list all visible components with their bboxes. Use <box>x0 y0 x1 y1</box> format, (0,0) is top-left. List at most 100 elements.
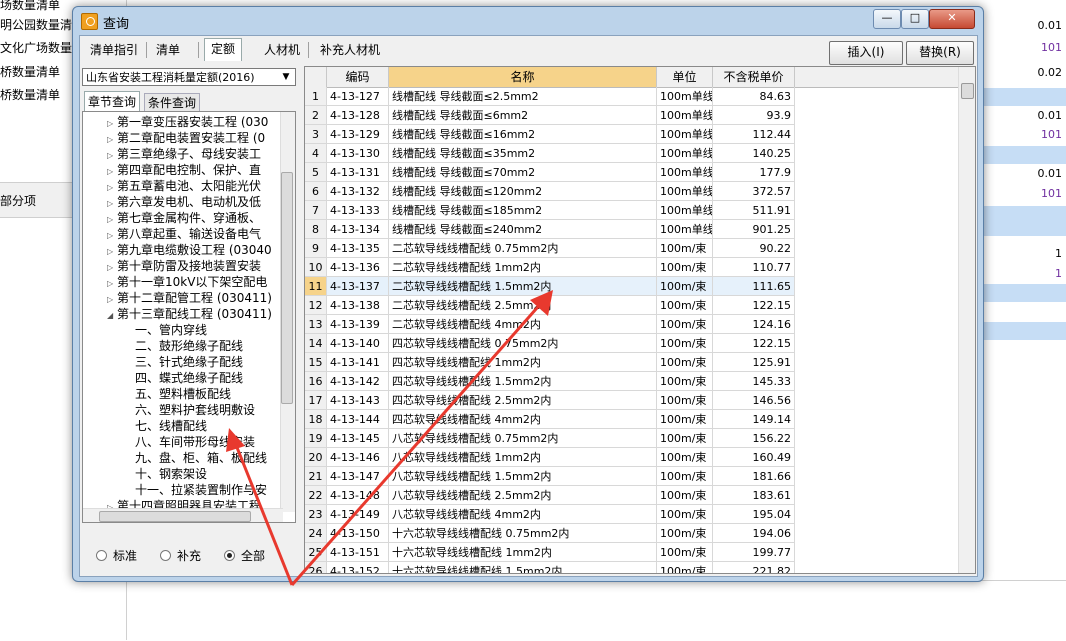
unit-cell[interactable]: 100m单线 <box>657 125 713 144</box>
name-cell[interactable]: 线槽配线 导线截面≤16mm2 <box>389 125 657 144</box>
table-row[interactable]: 18 4-13-144 四芯软导线线槽配线 4mm2内 100m/束 149.14 <box>305 410 795 429</box>
code-cell[interactable]: 4-13-130 <box>327 144 389 163</box>
grid-vertical-scrollbar[interactable] <box>958 67 975 573</box>
price-cell[interactable]: 112.44 <box>713 125 795 144</box>
row-number[interactable]: 8 <box>305 220 327 239</box>
price-cell[interactable]: 145.33 <box>713 372 795 391</box>
table-row[interactable]: 11 4-13-137 二芯软导线线槽配线 1.5mm2内 100m/束 111.65 <box>305 277 795 296</box>
name-cell[interactable]: 八芯软导线线槽配线 0.75mm2内 <box>389 429 657 448</box>
table-row[interactable]: 21 4-13-147 八芯软导线线槽配线 1.5mm2内 100m/束 181.66 <box>305 467 795 486</box>
table-row[interactable]: 10 4-13-136 二芯软导线线槽配线 1mm2内 100m/束 110.77 <box>305 258 795 277</box>
expand-icon[interactable]: ▷ <box>107 164 117 180</box>
price-cell[interactable]: 110.77 <box>713 258 795 277</box>
tree-item[interactable]: 八、车间带形母线安装 <box>135 434 255 450</box>
name-cell[interactable]: 四芯软导线线槽配线 4mm2内 <box>389 410 657 429</box>
tree-item[interactable]: ▷ 第二章配电装置安装工程 (0 <box>107 130 265 146</box>
unit-cell[interactable]: 100m/束 <box>657 258 713 277</box>
subtab-condition[interactable]: 条件查询 <box>144 93 201 112</box>
price-cell[interactable]: 183.61 <box>713 486 795 505</box>
unit-cell[interactable]: 100m/束 <box>657 410 713 429</box>
radio-standard[interactable]: 标准 <box>96 548 137 564</box>
code-cell[interactable]: 4-13-145 <box>327 429 389 448</box>
row-number[interactable]: 22 <box>305 486 327 505</box>
tree-item[interactable]: ▷ 第九章电缆敷设工程 (03040 <box>107 242 272 258</box>
name-cell[interactable]: 二芯软导线线槽配线 2.5mm2内 <box>389 296 657 315</box>
unit-cell[interactable]: 100m/束 <box>657 391 713 410</box>
unit-cell[interactable]: 100m/束 <box>657 448 713 467</box>
code-cell[interactable]: 4-13-141 <box>327 353 389 372</box>
unit-cell[interactable]: 100m/束 <box>657 543 713 562</box>
row-number[interactable]: 13 <box>305 315 327 334</box>
price-cell[interactable]: 122.15 <box>713 334 795 353</box>
tab-bill-guide[interactable]: 清单指引 <box>84 40 144 60</box>
code-cell[interactable]: 4-13-140 <box>327 334 389 353</box>
row-number[interactable]: 1 <box>305 87 327 106</box>
replace-button[interactable]: 替换(R) <box>906 41 974 65</box>
name-cell[interactable]: 线槽配线 导线截面≤185mm2 <box>389 201 657 220</box>
tree-horizontal-scrollbar[interactable] <box>83 508 283 522</box>
radio-all[interactable]: 全部 <box>224 548 265 564</box>
price-cell[interactable]: 221.82 <box>713 562 795 573</box>
unit-cell[interactable]: 100m/束 <box>657 315 713 334</box>
unit-cell[interactable]: 100m单线 <box>657 182 713 201</box>
tree-item[interactable]: ▷ 第八章起重、输送设备电气 <box>107 226 261 242</box>
scroll-thumb[interactable] <box>99 511 251 522</box>
code-cell[interactable]: 4-13-133 <box>327 201 389 220</box>
code-cell[interactable]: 4-13-135 <box>327 239 389 258</box>
row-number[interactable]: 2 <box>305 106 327 125</box>
name-cell[interactable]: 四芯软导线线槽配线 0.75mm2内 <box>389 334 657 353</box>
unit-cell[interactable]: 100m/束 <box>657 562 713 573</box>
unit-cell[interactable]: 100m/束 <box>657 277 713 296</box>
unit-cell[interactable]: 100m单线 <box>657 106 713 125</box>
row-number[interactable]: 11 <box>305 277 327 296</box>
name-cell[interactable]: 线槽配线 导线截面≤70mm2 <box>389 163 657 182</box>
maximize-button[interactable]: □ <box>901 9 929 29</box>
row-number[interactable]: 4 <box>305 144 327 163</box>
expand-icon[interactable]: ▷ <box>107 244 117 260</box>
price-cell[interactable]: 199.77 <box>713 543 795 562</box>
row-number[interactable]: 9 <box>305 239 327 258</box>
unit-cell[interactable]: 100m/束 <box>657 334 713 353</box>
table-row[interactable]: 23 4-13-149 八芯软导线线槽配线 4mm2内 100m/束 195.04 <box>305 505 795 524</box>
chevron-down-icon[interactable]: ▼ <box>279 70 293 84</box>
tree-item[interactable]: ▷ 第十一章10kV以下架空配电 <box>107 274 267 290</box>
name-cell[interactable]: 十六芯软导线线槽配线 1.5mm2内 <box>389 562 657 573</box>
code-cell[interactable]: 4-13-127 <box>327 87 389 106</box>
row-number[interactable]: 6 <box>305 182 327 201</box>
table-row[interactable]: 14 4-13-140 四芯软导线线槽配线 0.75mm2内 100m/束 122.15 <box>305 334 795 353</box>
price-cell[interactable]: 124.16 <box>713 315 795 334</box>
name-cell[interactable]: 二芯软导线线槽配线 0.75mm2内 <box>389 239 657 258</box>
name-cell[interactable]: 四芯软导线线槽配线 1mm2内 <box>389 353 657 372</box>
tab-supplementary[interactable]: 补充人材机 <box>314 40 386 60</box>
unit-cell[interactable]: 100m单线 <box>657 163 713 182</box>
price-cell[interactable]: 149.14 <box>713 410 795 429</box>
table-row[interactable]: 5 4-13-131 线槽配线 导线截面≤70mm2 100m单线 177.9 <box>305 163 795 182</box>
row-number[interactable]: 21 <box>305 467 327 486</box>
tree-item[interactable]: 七、线槽配线 <box>135 418 207 434</box>
table-row[interactable]: 4 4-13-130 线槽配线 导线截面≤35mm2 100m单线 140.25 <box>305 144 795 163</box>
table-row[interactable]: 17 4-13-143 四芯软导线线槽配线 2.5mm2内 100m/束 146.56 <box>305 391 795 410</box>
tree-item[interactable]: 十一、拉紧装置制作与安 <box>135 482 267 498</box>
header-price[interactable]: 不含税单价 <box>713 67 795 87</box>
price-cell[interactable]: 122.15 <box>713 296 795 315</box>
row-number[interactable]: 25 <box>305 543 327 562</box>
code-cell[interactable]: 4-13-131 <box>327 163 389 182</box>
insert-button[interactable]: 插入(I) <box>829 41 903 65</box>
table-row[interactable]: 15 4-13-141 四芯软导线线槽配线 1mm2内 100m/束 125.91 <box>305 353 795 372</box>
name-cell[interactable]: 线槽配线 导线截面≤2.5mm2 <box>389 87 657 106</box>
tab-quota[interactable]: 定额 <box>204 38 243 61</box>
name-cell[interactable]: 八芯软导线线槽配线 1.5mm2内 <box>389 467 657 486</box>
code-cell[interactable]: 4-13-142 <box>327 372 389 391</box>
price-cell[interactable]: 111.65 <box>713 277 795 296</box>
unit-cell[interactable]: 100m/束 <box>657 429 713 448</box>
header-name[interactable]: 名称 <box>389 67 657 87</box>
code-cell[interactable]: 4-13-136 <box>327 258 389 277</box>
tree-item[interactable]: ▷ 第六章发电机、电动机及低 <box>107 194 261 210</box>
price-cell[interactable]: 140.25 <box>713 144 795 163</box>
unit-cell[interactable]: 100m单线 <box>657 201 713 220</box>
code-cell[interactable]: 4-13-134 <box>327 220 389 239</box>
tab-bill[interactable]: 清单 <box>150 40 186 60</box>
code-cell[interactable]: 4-13-132 <box>327 182 389 201</box>
unit-cell[interactable]: 100m/束 <box>657 372 713 391</box>
price-cell[interactable]: 177.9 <box>713 163 795 182</box>
